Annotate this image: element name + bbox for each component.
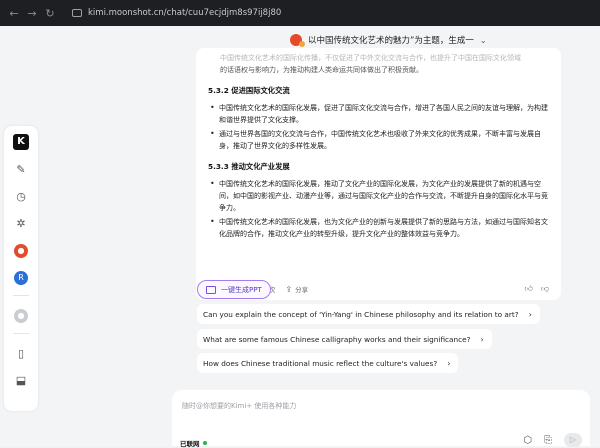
chevron-right-icon: › <box>447 358 451 368</box>
chat-input-placeholder[interactable]: 随时@你想要的Kimi+ 使用各种能力 <box>182 401 296 411</box>
chevron-right-icon: › <box>480 334 484 344</box>
paperclip-icon[interactable]: ⎘ <box>544 435 552 446</box>
cube-icon[interactable]: ⬡ <box>523 435 532 446</box>
bullet-item: 通过与世界各国的文化交流与合作，中国传统文化艺术也吸收了外来文化的优秀成果，不断… <box>208 128 549 152</box>
chevron-right-icon: › <box>528 309 532 319</box>
send-button[interactable]: ▷ <box>564 433 582 447</box>
reload-icon[interactable]: ↻ <box>42 7 58 20</box>
generate-ppt-label: 一键生成PPT <box>221 285 262 294</box>
share-label: 分享 <box>295 286 309 294</box>
suggestion-chip[interactable]: Can you explain the concept of 'Yin-Yang… <box>197 304 540 324</box>
section-heading: 5.3.2 促进国际文化交流 <box>208 86 290 95</box>
faded-text: 的话语权与影响力，为推动构建人类命运共同体做出了积极贡献。 <box>220 66 423 74</box>
online-dot-icon <box>202 441 207 445</box>
share-icon: ⇪ <box>285 284 293 294</box>
history-icon[interactable]: ◷ <box>14 190 28 204</box>
suggestion-text: How does Chinese traditional music refle… <box>203 358 438 368</box>
thumbs-up-icon[interactable]: 👍︎ <box>525 284 533 294</box>
arrow-left-icon[interactable]: ← <box>6 7 22 20</box>
generate-ppt-button[interactable]: 一键生成PPT <box>197 280 271 299</box>
chevron-down-icon: ⌄ <box>479 35 487 45</box>
site-settings-icon[interactable] <box>72 9 82 17</box>
chat-input-box[interactable]: 随时@你想要的Kimi+ 使用各种能力 已联网 ⬡ ⎘ ▷ <box>172 390 590 448</box>
bullet-item: 中国传统文化艺术的国际化发展，促进了国际文化交流与合作，增进了各国人民之间的友谊… <box>208 102 549 126</box>
mobile-icon[interactable]: ▯ <box>14 347 28 361</box>
thumbs-down-icon[interactable]: 👎︎ <box>541 284 549 294</box>
section-heading: 5.3.3 推动文化产业发展 <box>208 162 290 171</box>
faded-text: 中国传统文化艺术的国际化传播，不仅促进了中外文化交流与合作，也提升了中国在国际文… <box>220 54 521 62</box>
browser-toolbar: ← → ↻ kimi.moonshot.cn/chat/cuu7ecjdjm8s… <box>0 0 600 26</box>
nav-buttons: ← → ↻ <box>6 7 58 20</box>
kimi-avatar-icon <box>290 34 305 47</box>
share-button[interactable]: ⇪ 分享 <box>285 284 309 295</box>
kimi-plus-orange-icon[interactable]: ● <box>14 244 28 258</box>
download-icon[interactable]: ⬓ <box>14 374 28 388</box>
bullet-item: 中国传统文化艺术的国际化发展，推动了文化产业的国际化发展，为文化产业的发展提供了… <box>208 178 549 214</box>
bullet-item: 中国传统文化艺术的国际化发展，也为文化产业的创新与发展提供了新的思路与方法，如通… <box>208 216 549 240</box>
input-toolbar: ⬡ ⎘ ▷ <box>523 433 582 447</box>
conversation-title-bar[interactable]: 以中国传统文化艺术的魅力”为主题，生成一 ⌄ <box>290 34 487 47</box>
suggestion-text: What are some famous Chinese calligraphy… <box>203 334 471 344</box>
sidebar-divider <box>13 295 29 296</box>
kimi-logo[interactable]: K <box>13 134 29 150</box>
kimi-plus-blue-icon[interactable]: R <box>14 271 28 285</box>
explore-icon[interactable]: ✲ <box>14 217 28 231</box>
bullet-list: 中国传统文化艺术的国际化发展，促进了国际文化交流与合作，增进了各国人民之间的友谊… <box>208 102 549 152</box>
address-bar[interactable]: kimi.moonshot.cn/chat/cuu7ecjdjm8s97ij8j… <box>66 4 287 22</box>
avatar-icon[interactable]: ● <box>14 309 28 323</box>
sidebar: K ✎ ◷ ✲ ● R ● ▯ ⬓ <box>4 126 38 411</box>
suggestion-text: Can you explain the concept of 'Yin-Yang… <box>203 309 519 319</box>
suggestion-chip[interactable]: What are some famous Chinese calligraphy… <box>197 329 492 349</box>
sidebar-divider <box>13 333 29 334</box>
url-text[interactable]: kimi.moonshot.cn/chat/cuu7ecjdjm8s97ij8j… <box>88 8 281 18</box>
feedback-buttons: 👍︎ 👎︎ <box>525 284 550 294</box>
arrow-right-icon[interactable]: → <box>24 7 40 20</box>
presentation-icon <box>206 285 216 294</box>
bullet-list: 中国传统文化艺术的国际化发展，推动了文化产业的国际化发展，为文化产业的发展提供了… <box>208 178 549 240</box>
app-window: K ✎ ◷ ✲ ● R ● ▯ ⬓ 以中国传统文化艺术的魅力”为主题，生成一 ⌄… <box>0 26 600 448</box>
assistant-message: 中国传统文化艺术的国际化传播，不仅促进了中外文化交流与合作，也提升了中国在国际文… <box>196 48 561 300</box>
conversation-title: 以中国传统文化艺术的魅力”为主题，生成一 <box>308 36 474 46</box>
new-chat-icon[interactable]: ✎ <box>14 163 28 177</box>
suggestion-chip[interactable]: How does Chinese traditional music refle… <box>197 353 459 373</box>
